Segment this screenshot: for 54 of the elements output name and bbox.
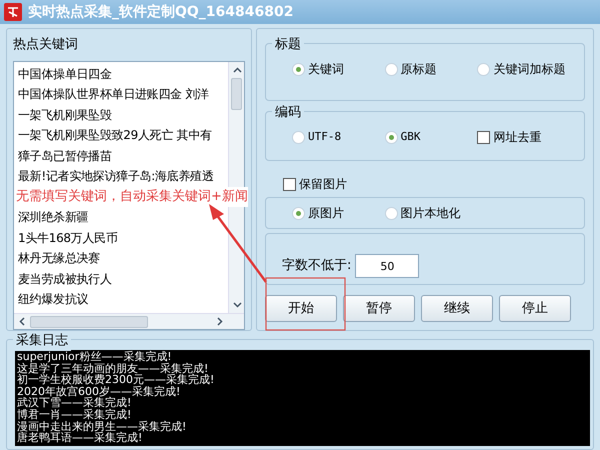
checkbox-label: 网址去重 — [493, 129, 542, 146]
log-line: 这是学了三年动画的朋友——采集完成! — [17, 362, 208, 374]
list-item[interactable]: 最新!记者实地探访獐子岛:海底养殖透 — [18, 166, 214, 186]
list-item[interactable]: 獐子岛已暂停播苗 — [18, 146, 112, 166]
radio-button[interactable] — [292, 130, 305, 144]
list-item[interactable]: 林丹无缘总决赛 — [18, 248, 100, 268]
list-item[interactable]: 中国体操单日四金 — [18, 64, 112, 84]
scroll-up-icon[interactable] — [232, 66, 242, 72]
list-item[interactable]: 麦当劳成被执行人 — [18, 268, 112, 289]
scroll-down-icon[interactable] — [232, 302, 242, 308]
app-logo-icon — [4, 3, 22, 21]
log-line: 2020年故宫600岁——采集完成! — [17, 386, 182, 398]
radio-button[interactable] — [384, 62, 398, 76]
option-label: 关键词 — [308, 61, 344, 78]
radio-button[interactable] — [292, 62, 305, 76]
log-line: 博君一肖——采集完成! — [17, 408, 132, 421]
action-button[interactable]: 停止 — [499, 295, 571, 322]
group-label: 采集日志 — [13, 331, 71, 350]
checkbox[interactable] — [283, 178, 296, 190]
list-item[interactable]: 一架飞机刚果坠毁 — [18, 104, 112, 125]
scrollbar-thumb[interactable] — [30, 316, 148, 328]
window-title: 实时热点采集_软件定制QQ_164846802 — [28, 2, 294, 22]
action-button[interactable]: 继续 — [421, 295, 493, 322]
log-line: 初一学生校服收费2300元——采集完成! — [17, 374, 216, 386]
scroll-left-icon[interactable] — [19, 317, 25, 326]
action-button[interactable]: 开始 — [265, 295, 337, 322]
radio-button[interactable] — [384, 130, 398, 144]
number-field[interactable]: 50 — [355, 254, 420, 278]
list-item[interactable]: 中国体操队世界杯单日进账四金 刘洋 — [18, 84, 209, 104]
panel-label: 热点关键词 — [13, 36, 79, 54]
field-label: 字数不低于: — [282, 257, 352, 276]
option-label: 原图片 — [308, 205, 344, 222]
annotation-text: 无需填写关键词，自动采集关键词+新闻 — [16, 186, 248, 207]
option-label: UTF-8 — [308, 128, 342, 145]
option-label: 图片本地化 — [400, 205, 461, 222]
radio-button[interactable] — [384, 206, 398, 220]
option-label: GBK — [400, 128, 421, 145]
log-line: superjunior粉丝——采集完成! — [17, 351, 173, 363]
option-label: 原标题 — [400, 61, 437, 78]
log-line: 漫画中走出来的男生——采集完成! — [17, 420, 188, 432]
list-item[interactable]: 纽约爆发抗议 — [18, 289, 88, 310]
list-item[interactable]: 1头牛168万人民币 — [18, 228, 118, 248]
scrollbar-thumb[interactable] — [231, 78, 242, 110]
option-label: 关键词加标题 — [493, 61, 566, 78]
action-button[interactable]: 暂停 — [343, 295, 415, 322]
log-line: 唐老鸭耳语——采集完成! — [17, 432, 142, 444]
radio-button[interactable] — [292, 206, 305, 220]
list-item[interactable]: 一架飞机刚果坠毁致29人死亡 其中有 — [18, 125, 212, 146]
scroll-right-icon[interactable] — [217, 317, 223, 326]
log-line: 武汉下雪——采集完成! — [17, 397, 132, 409]
radio-button[interactable] — [477, 62, 490, 76]
checkbox-label: 保留图片 — [299, 176, 347, 193]
list-item[interactable]: 深圳绝杀新疆 — [18, 207, 88, 228]
checkbox[interactable] — [477, 130, 490, 144]
